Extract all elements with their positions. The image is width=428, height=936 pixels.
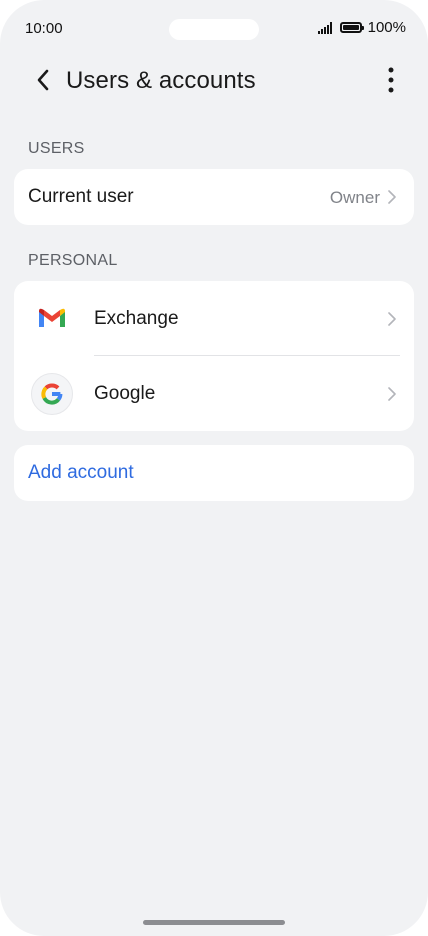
status-indicators: 100% bbox=[317, 19, 406, 36]
back-button[interactable] bbox=[28, 65, 58, 95]
add-account-button[interactable]: Add account bbox=[28, 462, 134, 484]
chevron-right-icon bbox=[388, 312, 396, 326]
account-label-google: Google bbox=[94, 383, 156, 404]
account-row-google[interactable]: Google bbox=[14, 356, 414, 431]
page-title: Users & accounts bbox=[66, 67, 256, 94]
home-indicator[interactable] bbox=[143, 920, 285, 925]
phone-screen: 10:00 100% Users & accounts USERS Curren… bbox=[0, 0, 428, 936]
section-label-users: USERS bbox=[28, 140, 85, 157]
more-options-button[interactable] bbox=[376, 65, 406, 95]
personal-accounts-card: Exchange Google bbox=[14, 281, 414, 431]
app-header: Users & accounts bbox=[0, 58, 428, 104]
gmail-icon bbox=[31, 297, 73, 339]
account-label-exchange: Exchange bbox=[94, 308, 179, 329]
current-user-value: Owner bbox=[329, 188, 380, 207]
users-card: Current user Owner bbox=[14, 169, 414, 225]
status-bar: 10:00 100% bbox=[0, 0, 428, 58]
chevron-right-icon bbox=[388, 190, 396, 204]
add-account-row[interactable]: Add account bbox=[14, 445, 414, 501]
camera-island bbox=[169, 19, 259, 40]
more-vertical-icon bbox=[388, 67, 394, 93]
battery-icon bbox=[339, 22, 364, 33]
status-time: 10:00 bbox=[25, 20, 63, 37]
back-arrow-icon bbox=[37, 69, 49, 91]
current-user-label: Current user bbox=[28, 186, 134, 207]
current-user-row[interactable]: Current user Owner bbox=[14, 169, 414, 225]
section-label-personal: PERSONAL bbox=[28, 252, 118, 269]
battery-percentage: 100% bbox=[367, 19, 406, 36]
signal-icon bbox=[317, 21, 332, 34]
google-icon bbox=[31, 373, 73, 415]
account-row-exchange[interactable]: Exchange bbox=[14, 281, 414, 356]
chevron-right-icon bbox=[388, 387, 396, 401]
add-account-card: Add account bbox=[14, 445, 414, 501]
